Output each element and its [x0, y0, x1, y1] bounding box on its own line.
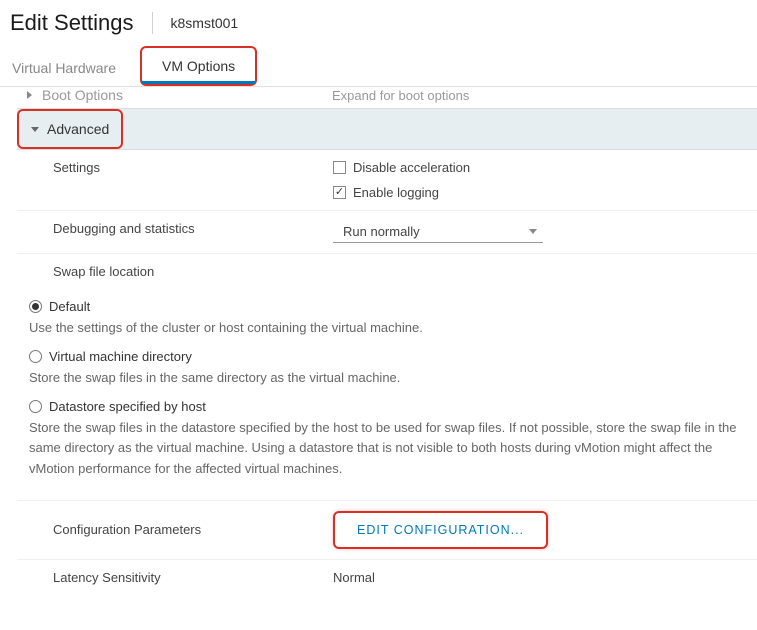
boot-options-summary: Expand for boot options: [332, 88, 469, 103]
swap-options: Default Use the settings of the cluster …: [17, 289, 757, 500]
enable-logging-label: Enable logging: [353, 185, 439, 200]
disable-acceleration-label: Disable acceleration: [353, 160, 470, 175]
dialog-header: Edit Settings k8smst001: [0, 0, 757, 46]
radio-vm-directory[interactable]: Virtual machine directory: [29, 349, 745, 364]
checkbox-enable-logging[interactable]: Enable logging: [333, 185, 757, 200]
edit-configuration-button[interactable]: EDIT CONFIGURATION...: [335, 513, 546, 547]
tabs: Virtual Hardware VM Options: [0, 46, 757, 87]
debugging-select[interactable]: Run normally: [333, 221, 543, 243]
section-advanced[interactable]: Advanced: [17, 108, 757, 150]
radio-hostds-label: Datastore specified by host: [49, 399, 206, 414]
radio-unselected-icon: [29, 350, 42, 363]
radio-unselected-icon: [29, 400, 42, 413]
radio-default-label: Default: [49, 299, 90, 314]
config-params-label: Configuration Parameters: [53, 522, 333, 537]
radio-default-desc: Use the settings of the cluster or host …: [29, 318, 745, 339]
latency-value: Normal: [333, 570, 375, 585]
radio-vmdir-label: Virtual machine directory: [49, 349, 192, 364]
highlight-advanced: Advanced: [17, 109, 123, 149]
row-settings: Settings Disable acceleration Enable log…: [17, 150, 757, 211]
settings-content: Boot Options Expand for boot options Adv…: [0, 87, 757, 587]
swap-label: Swap file location: [53, 264, 333, 279]
chevron-down-icon: [31, 127, 39, 132]
highlight-edit-configuration: EDIT CONFIGURATION...: [333, 511, 548, 549]
chevron-right-icon: [27, 91, 32, 99]
radio-default[interactable]: Default: [29, 299, 745, 314]
chevron-down-icon: [529, 229, 537, 234]
settings-label: Settings: [53, 160, 333, 175]
tab-virtual-hardware[interactable]: Virtual Hardware: [10, 50, 118, 86]
vm-name: k8smst001: [171, 15, 239, 31]
latency-label: Latency Sensitivity: [53, 570, 333, 585]
radio-datastore-host[interactable]: Datastore specified by host: [29, 399, 745, 414]
row-config-params: Configuration Parameters EDIT CONFIGURAT…: [17, 500, 757, 560]
radio-hostds-desc: Store the swap files in the datastore sp…: [29, 418, 745, 480]
header-divider: [152, 12, 153, 34]
section-advanced-label: Advanced: [47, 121, 109, 137]
checkbox-checked-icon: [333, 186, 346, 199]
latency-select[interactable]: Normal: [333, 570, 757, 585]
checkbox-unchecked-icon: [333, 161, 346, 174]
radio-vmdir-desc: Store the swap files in the same directo…: [29, 368, 745, 389]
page-title: Edit Settings: [10, 10, 134, 36]
row-latency: Latency Sensitivity Normal: [17, 560, 757, 587]
debugging-label: Debugging and statistics: [53, 221, 333, 236]
checkbox-disable-acceleration[interactable]: Disable acceleration: [333, 160, 757, 175]
tab-vm-options[interactable]: VM Options: [142, 48, 255, 84]
debugging-value: Run normally: [343, 224, 420, 239]
highlight-vm-options: VM Options: [140, 46, 257, 86]
section-boot-options-label: Boot Options: [42, 87, 123, 103]
row-swap-location: Swap file location: [17, 254, 757, 289]
radio-selected-icon: [29, 300, 42, 313]
row-debugging: Debugging and statistics Run normally: [17, 211, 757, 254]
